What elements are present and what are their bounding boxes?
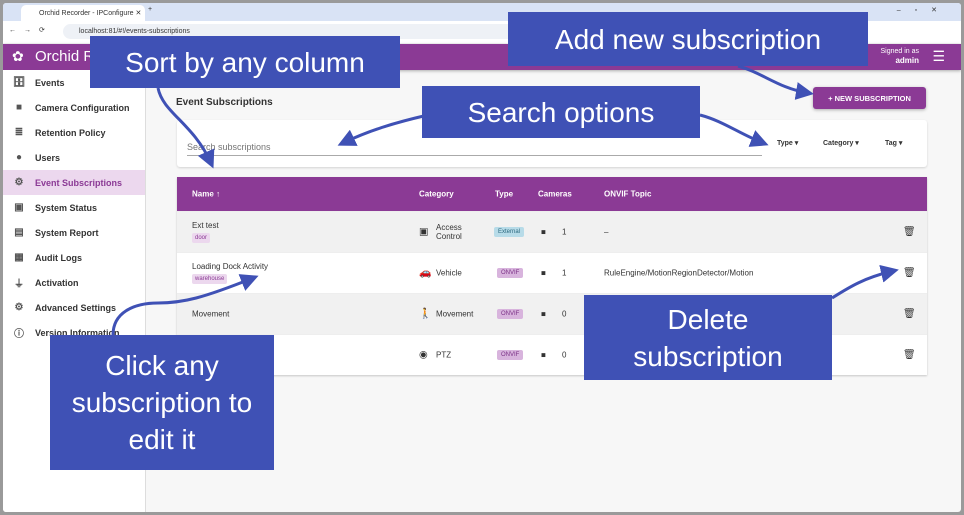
browser-window: Orchid Recorder - IPConfigure ✕ + –▫✕ ←→… xyxy=(3,3,961,512)
callout-arrows xyxy=(111,64,899,336)
